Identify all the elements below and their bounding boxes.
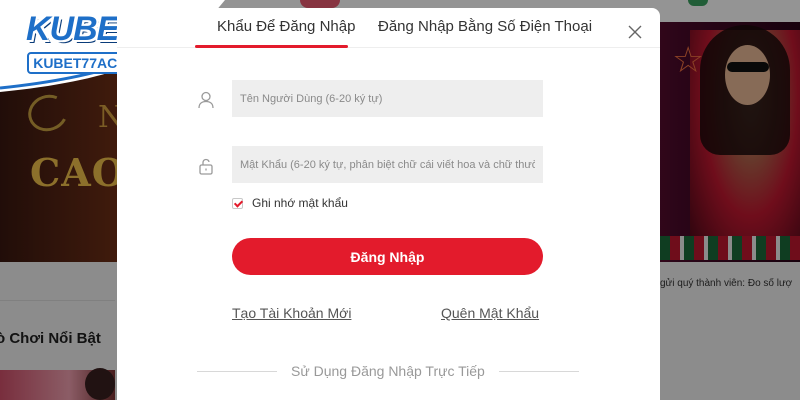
forgot-password-link[interactable]: Quên Mật Khẩu xyxy=(441,305,539,321)
login-tabs: Khẩu Để Đăng Nhập Đăng Nhập Bằng Số Điện… xyxy=(117,8,660,48)
tab-phone-login[interactable]: Đăng Nhập Bằng Số Điện Thoại xyxy=(378,18,592,35)
lock-icon xyxy=(199,158,213,175)
remember-label: Ghi nhớ mật khẩu xyxy=(252,196,348,210)
divider-line xyxy=(197,371,277,372)
remember-password-option[interactable]: Ghi nhớ mật khẩu xyxy=(232,195,348,211)
user-icon xyxy=(198,91,214,109)
tab-password-login[interactable]: Khẩu Để Đăng Nhập xyxy=(217,18,355,35)
active-tab-indicator xyxy=(195,45,348,48)
divider-line xyxy=(499,371,579,372)
login-modal: Khẩu Để Đăng Nhập Đăng Nhập Bằng Số Điện… xyxy=(117,8,660,400)
close-icon[interactable] xyxy=(627,24,643,40)
login-button[interactable]: Đăng Nhập xyxy=(232,238,543,275)
direct-login-divider: Sử Dụng Đăng Nhập Trực Tiếp xyxy=(291,363,485,379)
create-account-link[interactable]: Tạo Tài Khoản Mới xyxy=(232,305,351,321)
remember-checkbox[interactable] xyxy=(232,197,243,209)
password-input[interactable] xyxy=(232,146,543,183)
username-input[interactable] xyxy=(232,80,543,117)
